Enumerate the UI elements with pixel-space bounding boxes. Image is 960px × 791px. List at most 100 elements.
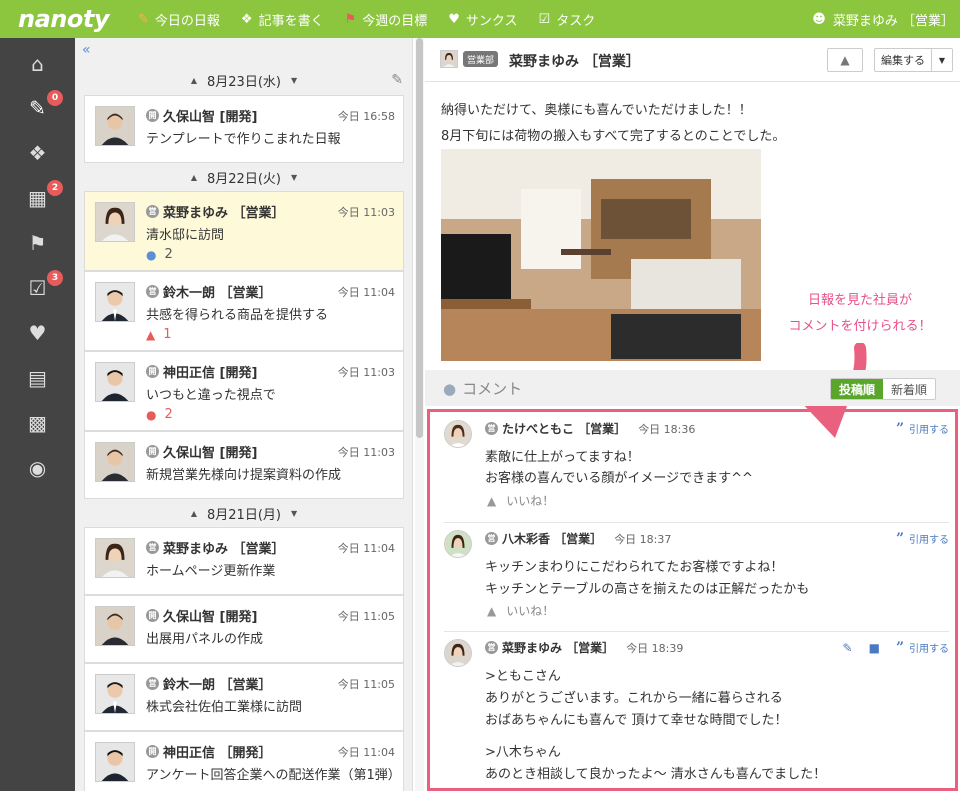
quote-button[interactable]: ” 引用する: [896, 531, 949, 547]
report-detail: 営業部 菜野まゆみ ［営業］ ▲ 編集する ▼ 納得いただけて、奥様にも喜んでい…: [425, 38, 960, 791]
comment-text: キッチンまわりにこだわられてたお客様ですよね！: [485, 560, 784, 575]
sidebar-goal[interactable]: ⚑: [0, 221, 75, 265]
like-button[interactable]: ▲ いいね！: [487, 492, 554, 509]
department-tag: 営業部: [463, 51, 499, 67]
scrollbar-thumb[interactable]: [416, 38, 423, 438]
sidebar-global[interactable]: ◉: [0, 446, 75, 490]
detail-header: 営業部 菜野まゆみ ［営業］ ▲ 編集する ▼: [425, 38, 960, 82]
comment-title: コメント: [462, 380, 523, 398]
author-name: 神田正信 [開発]: [163, 366, 258, 381]
report-subject: テンプレートで作りこまれた日報: [146, 132, 341, 147]
sidebar-thanks[interactable]: ♥: [0, 311, 75, 355]
report-subject: 共感を得られる商品を提供する: [146, 308, 329, 323]
avatar: [95, 742, 135, 782]
sidebar-address-book[interactable]: ▤: [0, 356, 75, 400]
post-time: 今日 11:04: [337, 541, 395, 555]
sidebar-stats[interactable]: ▩: [0, 401, 75, 445]
prev-arrow-icon[interactable]: ▲: [191, 173, 197, 182]
dept-icon: 開: [146, 745, 159, 758]
author-name: 久保山智 [開発]: [163, 110, 258, 125]
date-group-header: ▲ 8月21日(月) ▼: [190, 507, 298, 523]
prev-arrow-icon[interactable]: ▲: [191, 509, 197, 518]
report-card-selected[interactable]: 営 菜野まゆみ ［営業］ 今日 11:03 清水邸に訪問 ● 2: [84, 191, 404, 271]
quote-button[interactable]: ” 引用する: [896, 421, 949, 437]
quote-icon: ”: [895, 530, 904, 547]
avatar: [95, 538, 135, 578]
report-subject: 新規営業先様向け提案資料の作成: [146, 468, 342, 483]
commenter-name: 八木彩香 ［営業］: [502, 532, 603, 546]
comment-text: お客様の喜んでいる顔がイメージできます^^: [485, 471, 753, 486]
dept-icon: 営: [485, 422, 498, 435]
next-arrow-icon[interactable]: ▼: [291, 509, 297, 518]
thumbs-up-icon: ▲: [146, 327, 156, 342]
comment-text: 素敵に仕上がってますね！: [485, 450, 640, 465]
bar-chart-icon: ▩: [28, 411, 47, 435]
like-button[interactable]: ▲ いいね！: [487, 602, 554, 619]
nav-thanks[interactable]: ♥ サンクス: [448, 10, 517, 29]
app-logo[interactable]: nanoty: [0, 5, 130, 33]
date-group-header: ▲ 8月22日(火) ▼: [190, 171, 298, 187]
callout-annotation: 日報を見た社員が コメントを付けられる！: [788, 293, 932, 334]
report-subject: 出展用パネルの作成: [146, 632, 264, 647]
report-subject: 清水邸に訪問: [146, 228, 225, 243]
comment-header: ● コメント 投稿順 新着順: [425, 370, 960, 406]
trash-icon[interactable]: ■: [869, 641, 880, 655]
chat-icon: ❖: [28, 141, 47, 165]
avatar: [95, 106, 135, 146]
dept-icon: 営: [146, 285, 159, 298]
avatar: [444, 639, 472, 667]
post-time: 今日 11:03: [337, 205, 395, 219]
sort-newest-button[interactable]: 新着順: [883, 379, 936, 399]
dept-icon: 開: [146, 445, 159, 458]
task-badge: 3: [47, 270, 63, 286]
dept-icon: 営: [146, 205, 159, 218]
list-scrollbar[interactable]: [415, 38, 424, 791]
sidebar-task[interactable]: ☑ 3: [0, 266, 75, 310]
author-name: 神田正信 ［開発］: [163, 746, 272, 761]
report-card[interactable]: 開 久保山智 [開発] 今日 11:05 出展用パネルの作成: [84, 595, 404, 663]
pencil-icon[interactable]: ✎: [843, 641, 853, 655]
sidebar-report[interactable]: ✎ 0: [0, 86, 75, 130]
sidebar-chat[interactable]: ❖: [0, 131, 75, 175]
comment-item: 営 八木彩香 ［営業］ 今日 18:37 ” 引用する キッチンまわりにこだわられ…: [430, 522, 955, 630]
calendar-badge: 2: [47, 180, 63, 196]
pin-button[interactable]: ▲: [827, 48, 863, 72]
avatar: [95, 606, 135, 646]
globe-icon: ◉: [28, 456, 47, 480]
edit-button[interactable]: 編集する ▼: [874, 48, 953, 72]
nav-write-article[interactable]: ❖ 記事を書く: [241, 10, 324, 29]
top-nav: ✎ 今日の日報 ❖ 記事を書く ⚑ 今週の目標 ♥ サンクス ☑ タスク: [130, 10, 608, 29]
report-card[interactable]: 営 鈴木一朗 ［営業］ 今日 11:05 株式会社佐伯工業様に訪問: [84, 663, 404, 731]
sidebar-home[interactable]: ⌂: [0, 42, 75, 86]
post-time: 今日 16:58: [337, 109, 395, 123]
report-card[interactable]: 開 神田正信 [開発] 今日 11:03 いつもと違った視点で ● 2: [84, 351, 404, 431]
nav-daily-report[interactable]: ✎ 今日の日報: [138, 10, 220, 29]
top-bar: nanoty ✎ 今日の日報 ❖ 記事を書く ⚑ 今週の目標 ♥ サンクス ☑ …: [0, 0, 960, 38]
report-subject: ホームページ更新作業: [146, 564, 276, 579]
quote-button[interactable]: ✎ ■ ” 引用する: [843, 640, 949, 656]
prev-arrow-icon[interactable]: ▲: [191, 76, 197, 85]
report-card[interactable]: 開 久保山智 [開発] 今日 11:03 新規営業先様向け提案資料の作成: [84, 431, 404, 499]
heart-icon: ♥: [28, 321, 47, 345]
report-card[interactable]: 営 菜野まゆみ ［営業］ 今日 11:04 ホームページ更新作業: [84, 527, 404, 595]
author-name: 久保山智 [開発]: [163, 446, 258, 461]
next-arrow-icon[interactable]: ▼: [291, 173, 297, 182]
report-card[interactable]: 営 鈴木一朗 ［営業］ 今日 11:04 共感を得られる商品を提供する ▲ 1: [84, 271, 404, 351]
nav-task[interactable]: ☑ タスク: [539, 10, 596, 29]
report-card[interactable]: 開 久保山智 [開発] 今日 16:58 テンプレートで作りこまれた日報: [84, 95, 404, 163]
chevron-down-icon[interactable]: ▼: [931, 49, 952, 71]
comment-time: 今日 18:36: [638, 422, 696, 436]
report-badge: 0: [47, 90, 63, 106]
task-icon: ☑: [538, 11, 551, 27]
sidebar-calendar[interactable]: ▦ 2: [0, 176, 75, 220]
sort-posted-button[interactable]: 投稿順: [831, 379, 884, 399]
comment-text: あのとき相談して良かったよ～ 清水さんも喜んでました！: [485, 767, 827, 782]
post-time: 今日 11:03: [337, 365, 395, 379]
next-arrow-icon[interactable]: ▼: [291, 76, 297, 85]
daily-report-icon: ✎: [138, 11, 149, 27]
report-card[interactable]: 開 神田正信 ［開発］ 今日 11:04 アンケート回答企業への配送作業（第1弾…: [84, 731, 404, 791]
collapse-icon[interactable]: «: [82, 42, 91, 58]
user-menu[interactable]: ☻ 菜野まゆみ ［営業］: [812, 10, 960, 29]
nav-weekly-goal[interactable]: ⚑ 今週の目標: [345, 10, 428, 29]
pencil-icon[interactable]: ✎: [391, 72, 403, 88]
